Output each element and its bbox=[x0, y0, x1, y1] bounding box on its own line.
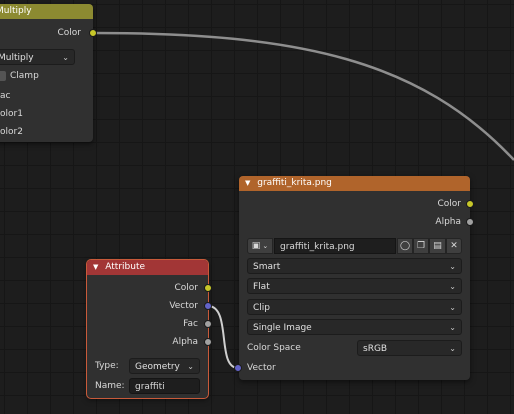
multiply-node-header[interactable]: Multiply bbox=[0, 4, 93, 19]
color-space-label: Color Space bbox=[247, 343, 301, 353]
input-vector-label: Vector bbox=[247, 363, 276, 373]
image-browse-button[interactable]: ▣ ⌄ bbox=[247, 238, 273, 254]
name-label: Name: bbox=[95, 381, 125, 391]
chevron-down-icon: ⌄ bbox=[449, 303, 456, 312]
chevron-down-icon: ⌄ bbox=[449, 282, 456, 291]
input-color1-label: olor1 bbox=[0, 109, 23, 119]
interpolation-dropdown[interactable]: Smart ⌄ bbox=[247, 258, 462, 274]
open-image-button[interactable]: ▤ bbox=[429, 238, 446, 254]
extension-dropdown[interactable]: Clip ⌄ bbox=[247, 299, 462, 315]
blend-mode-dropdown[interactable]: Multiply ⌄ bbox=[0, 49, 75, 65]
input-color2-label: olor2 bbox=[0, 127, 23, 137]
output-alpha-label: Alpha bbox=[435, 217, 461, 227]
collapse-arrow-icon[interactable]: ▼ bbox=[245, 179, 250, 187]
multiply-node[interactable]: Multiply Color Multiply ⌄ Clamp ac olor1… bbox=[0, 4, 93, 142]
duplicate-icon: ❐ bbox=[416, 241, 426, 251]
output-color-socket[interactable] bbox=[204, 284, 212, 292]
type-label: Type: bbox=[95, 361, 119, 371]
image-selector: ▣ ⌄ graffiti_krita.png ◯ ❐ ▤ ✕ bbox=[247, 238, 462, 254]
node-title: Attribute bbox=[105, 262, 146, 272]
unlink-button[interactable]: ✕ bbox=[446, 238, 462, 254]
image-name-field[interactable]: graffiti_krita.png bbox=[274, 238, 396, 254]
image-icon: ▣ bbox=[251, 241, 261, 251]
chevron-down-icon: ⌄ bbox=[449, 262, 456, 271]
node-title: Multiply bbox=[0, 6, 32, 16]
clamp-label: Clamp bbox=[10, 71, 39, 81]
shield-icon: ◯ bbox=[399, 241, 411, 251]
chevron-down-icon: ⌄ bbox=[449, 323, 456, 332]
attribute-node-header[interactable]: ▼ Attribute bbox=[87, 260, 208, 275]
output-vector-label: Vector bbox=[169, 301, 198, 311]
color-space-dropdown[interactable]: sRGB ⌄ bbox=[357, 340, 462, 356]
output-alpha-label: Alpha bbox=[172, 337, 198, 347]
attribute-name-field[interactable]: graffiti bbox=[129, 378, 200, 394]
color-link bbox=[92, 31, 514, 161]
new-image-button[interactable]: ❐ bbox=[413, 238, 429, 254]
node-title: graffiti_krita.png bbox=[257, 178, 332, 188]
input-vector-socket[interactable] bbox=[234, 364, 242, 372]
output-vector-socket[interactable] bbox=[204, 302, 212, 310]
image-texture-node[interactable]: ▼ graffiti_krita.png Color Alpha ▣ ⌄ gra… bbox=[239, 176, 470, 380]
output-color-socket[interactable] bbox=[466, 200, 474, 208]
input-fac-label: ac bbox=[0, 91, 11, 101]
output-color-label: Color bbox=[437, 199, 462, 209]
image-node-header[interactable]: ▼ graffiti_krita.png bbox=[239, 176, 470, 191]
type-dropdown[interactable]: Geometry ⌄ bbox=[129, 358, 200, 374]
projection-dropdown[interactable]: Flat ⌄ bbox=[247, 278, 462, 294]
collapse-arrow-icon[interactable]: ▼ bbox=[93, 263, 98, 271]
folder-icon: ▤ bbox=[433, 241, 442, 251]
output-color-label: Color bbox=[57, 28, 82, 38]
source-dropdown[interactable]: Single Image ⌄ bbox=[247, 319, 462, 335]
close-icon: ✕ bbox=[450, 241, 458, 251]
output-color-label: Color bbox=[174, 283, 199, 293]
fake-user-button[interactable]: ◯ bbox=[397, 238, 413, 254]
chevron-down-icon: ⌄ bbox=[62, 53, 69, 62]
output-fac-socket[interactable] bbox=[204, 320, 212, 328]
attribute-node[interactable]: ▼ Attribute Color Vector Fac Alpha Type:… bbox=[87, 260, 208, 398]
output-fac-label: Fac bbox=[183, 319, 198, 329]
clamp-checkbox[interactable] bbox=[0, 71, 6, 81]
chevron-down-icon: ⌄ bbox=[260, 242, 269, 250]
vector-link bbox=[207, 305, 239, 369]
chevron-down-icon: ⌄ bbox=[187, 362, 194, 371]
output-color-socket[interactable] bbox=[89, 29, 97, 37]
output-alpha-socket[interactable] bbox=[204, 338, 212, 346]
output-alpha-socket[interactable] bbox=[466, 218, 474, 226]
chevron-down-icon: ⌄ bbox=[449, 344, 456, 353]
